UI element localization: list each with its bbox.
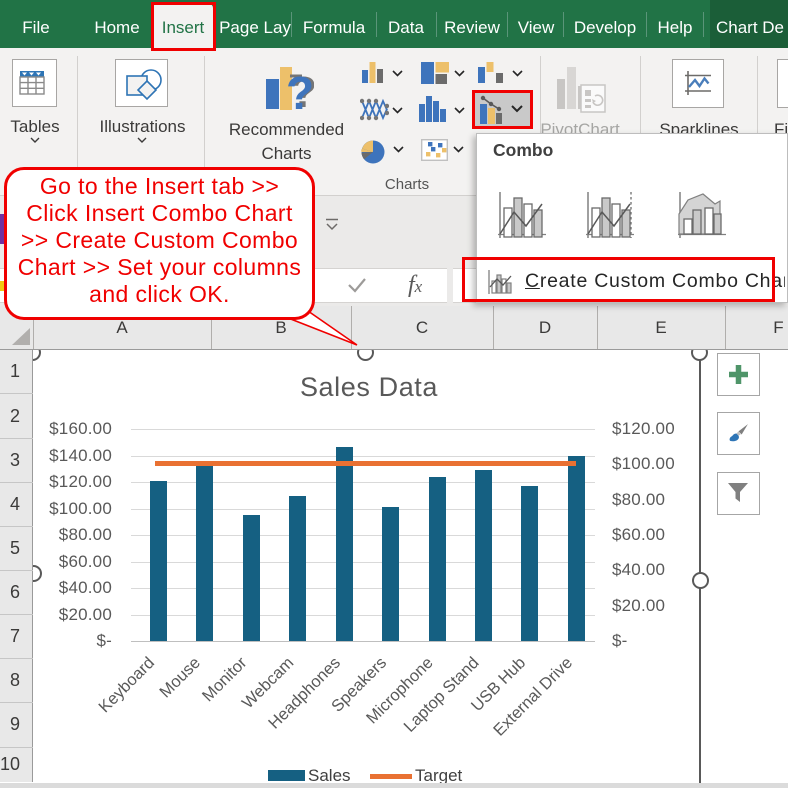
svg-text:?: ? — [286, 67, 314, 115]
